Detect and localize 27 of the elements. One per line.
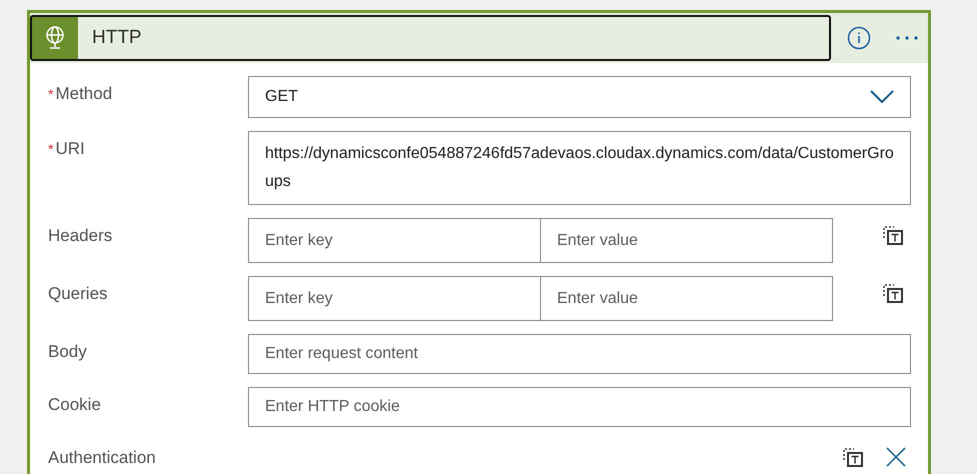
field-label: Authentication	[48, 448, 156, 467]
key-field[interactable]: Enter key	[248, 218, 541, 263]
required-asterisk: *	[48, 86, 54, 102]
close-icon[interactable]	[886, 447, 906, 467]
required-asterisk: *	[48, 141, 54, 157]
value-field[interactable]: Enter value	[540, 276, 833, 321]
more-icon[interactable]	[895, 35, 919, 41]
field-label: Method	[55, 84, 112, 103]
text-field[interactable]: Enter request content	[248, 334, 911, 374]
text-mode-icon[interactable]	[882, 224, 904, 246]
uri-field[interactable]: https://dynamicsconfe054887246fd57adevaos.cloudax.dynamics.com/data/CustomerGroups	[248, 131, 911, 205]
method-dropdown[interactable]: GET	[248, 76, 911, 118]
globe-icon	[44, 26, 66, 50]
info-icon[interactable]	[847, 26, 871, 50]
action-header[interactable]: HTTP	[30, 15, 831, 61]
field-label: Body	[48, 342, 87, 361]
chevron-down-icon	[870, 90, 894, 104]
field-label: Headers	[48, 226, 112, 245]
field-label: URI	[55, 139, 85, 158]
text-mode-icon[interactable]	[882, 282, 904, 304]
key-field[interactable]: Enter key	[248, 276, 541, 321]
value-field[interactable]: Enter value	[540, 218, 833, 263]
action-title: HTTP	[91, 26, 142, 50]
field-label: Cookie	[48, 395, 101, 414]
text-mode-icon[interactable]	[842, 446, 864, 468]
field-label: Queries	[48, 284, 108, 303]
text-field[interactable]: Enter HTTP cookie	[248, 387, 911, 427]
